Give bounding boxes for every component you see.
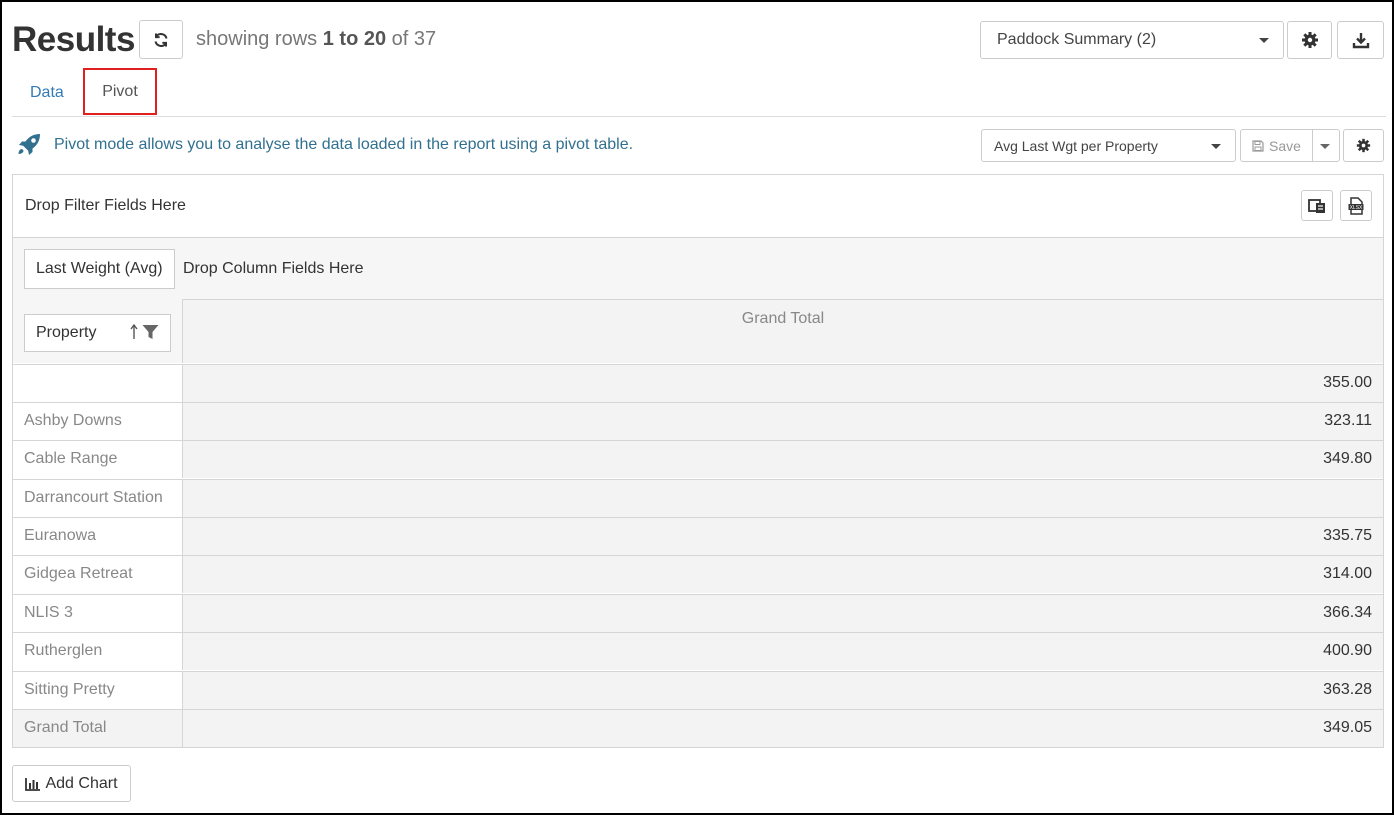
row-value <box>182 480 1383 517</box>
table-row: Rutherglen 400.90 <box>13 632 1383 670</box>
row-label[interactable]: Euranowa <box>13 518 182 555</box>
filter-drop-zone[interactable]: Drop Filter Fields Here XLSX <box>13 175 1383 238</box>
save-options-dropdown[interactable] <box>1313 130 1339 161</box>
row-value: 349.80 <box>182 441 1383 478</box>
grand-total-value: 349.05 <box>182 710 1383 747</box>
rocket-icon <box>18 134 40 155</box>
row-label[interactable]: Cable Range <box>13 441 182 478</box>
row-field-label: Property <box>36 324 97 341</box>
sort-asc-icon[interactable] <box>130 324 138 340</box>
table-row: NLIS 3 366.34 <box>13 594 1383 632</box>
value-field-label: Last Weight (Avg) <box>36 260 163 277</box>
svg-text:XLSX: XLSX <box>1350 204 1363 210</box>
row-value: 400.90 <box>182 633 1383 670</box>
filter-drop-label: Drop Filter Fields Here <box>25 197 186 214</box>
row-value: 355.00 <box>182 365 1383 402</box>
row-label[interactable]: Ashby Downs <box>13 403 182 440</box>
row-label[interactable]: Sitting Pretty <box>13 672 182 709</box>
window-icon <box>1308 198 1325 213</box>
page-title: Results <box>12 20 135 59</box>
row-label[interactable]: Rutherglen <box>13 633 182 670</box>
grand-total-label: Grand Total <box>13 710 182 747</box>
row-field-chip[interactable]: Property <box>24 314 171 352</box>
refresh-button[interactable] <box>139 20 183 59</box>
table-row: Gidgea Retreat 314.00 <box>13 555 1383 593</box>
tab-pivot[interactable]: Pivot <box>83 68 157 115</box>
download-icon <box>1352 33 1369 49</box>
table-row: Cable Range 349.80 <box>13 440 1383 478</box>
pivot-settings-button[interactable] <box>1343 129 1384 162</box>
floppy-icon <box>1252 139 1264 152</box>
row-label[interactable]: Darrancourt Station <box>13 480 182 517</box>
save-button[interactable]: Save <box>1241 130 1313 161</box>
download-button[interactable] <box>1337 21 1384 59</box>
row-value: 323.11 <box>182 403 1383 440</box>
xlsx-icon: XLSX <box>1348 196 1364 215</box>
rows-range: 1 to 20 <box>322 28 387 50</box>
report-select-value: Paddock Summary (2) <box>997 31 1157 48</box>
pivot-view-select-value: Avg Last Wgt per Property <box>994 137 1158 154</box>
refresh-icon <box>154 32 168 47</box>
report-settings-button[interactable] <box>1287 21 1332 59</box>
report-select[interactable]: Paddock Summary (2) <box>980 21 1284 59</box>
grand-total-column-header: Grand Total <box>182 299 1383 363</box>
gear-icon <box>1301 32 1318 48</box>
rows-total: of 37 <box>391 28 437 50</box>
row-value: 366.34 <box>182 595 1383 632</box>
tab-pivot-label: Pivot <box>102 82 138 100</box>
chevron-down-icon <box>1211 143 1221 149</box>
table-row: Sitting Pretty 363.28 <box>13 671 1383 709</box>
tabs-divider <box>12 116 1386 117</box>
row-label[interactable] <box>13 365 182 402</box>
tab-data[interactable]: Data <box>30 84 64 102</box>
save-button-group: Save <box>1240 129 1340 162</box>
table-row: Euranowa 335.75 <box>13 517 1383 555</box>
row-value: 363.28 <box>182 672 1383 709</box>
column-drop-area: Last Weight (Avg) Drop Column Fields Her… <box>13 238 1383 363</box>
save-label: Save <box>1269 137 1301 154</box>
table-row: Ashby Downs 323.11 <box>13 402 1383 440</box>
pivot-table: Drop Filter Fields Here XLSX Last Weight… <box>12 174 1384 748</box>
rows-info: showing rows 1 to 20 of 37 <box>196 28 436 51</box>
rows-prefix: showing rows <box>196 28 318 50</box>
chevron-down-icon <box>1320 143 1330 149</box>
grand-total-row: Grand Total 349.05 <box>13 709 1383 747</box>
chevron-down-icon <box>1259 38 1269 43</box>
table-row: 355.00 <box>13 364 1383 402</box>
add-chart-label: Add Chart <box>45 774 118 792</box>
value-field-chip[interactable]: Last Weight (Avg) <box>24 249 175 289</box>
row-label[interactable]: NLIS 3 <box>13 595 182 632</box>
gear-icon <box>1356 138 1371 153</box>
bar-chart-icon <box>25 777 41 791</box>
pivot-info-text: Pivot mode allows you to analyse the dat… <box>54 136 634 153</box>
fullscreen-button[interactable] <box>1301 190 1333 221</box>
column-drop-zone[interactable]: Drop Column Fields Here <box>183 260 364 278</box>
table-row: Darrancourt Station <box>13 479 1383 517</box>
row-label[interactable]: Gidgea Retreat <box>13 556 182 593</box>
export-xlsx-button[interactable]: XLSX <box>1340 190 1372 221</box>
filter-icon[interactable] <box>142 324 159 340</box>
row-value: 314.00 <box>182 556 1383 593</box>
row-value: 335.75 <box>182 518 1383 555</box>
pivot-view-select[interactable]: Avg Last Wgt per Property <box>981 129 1236 162</box>
add-chart-button[interactable]: Add Chart <box>12 765 131 802</box>
